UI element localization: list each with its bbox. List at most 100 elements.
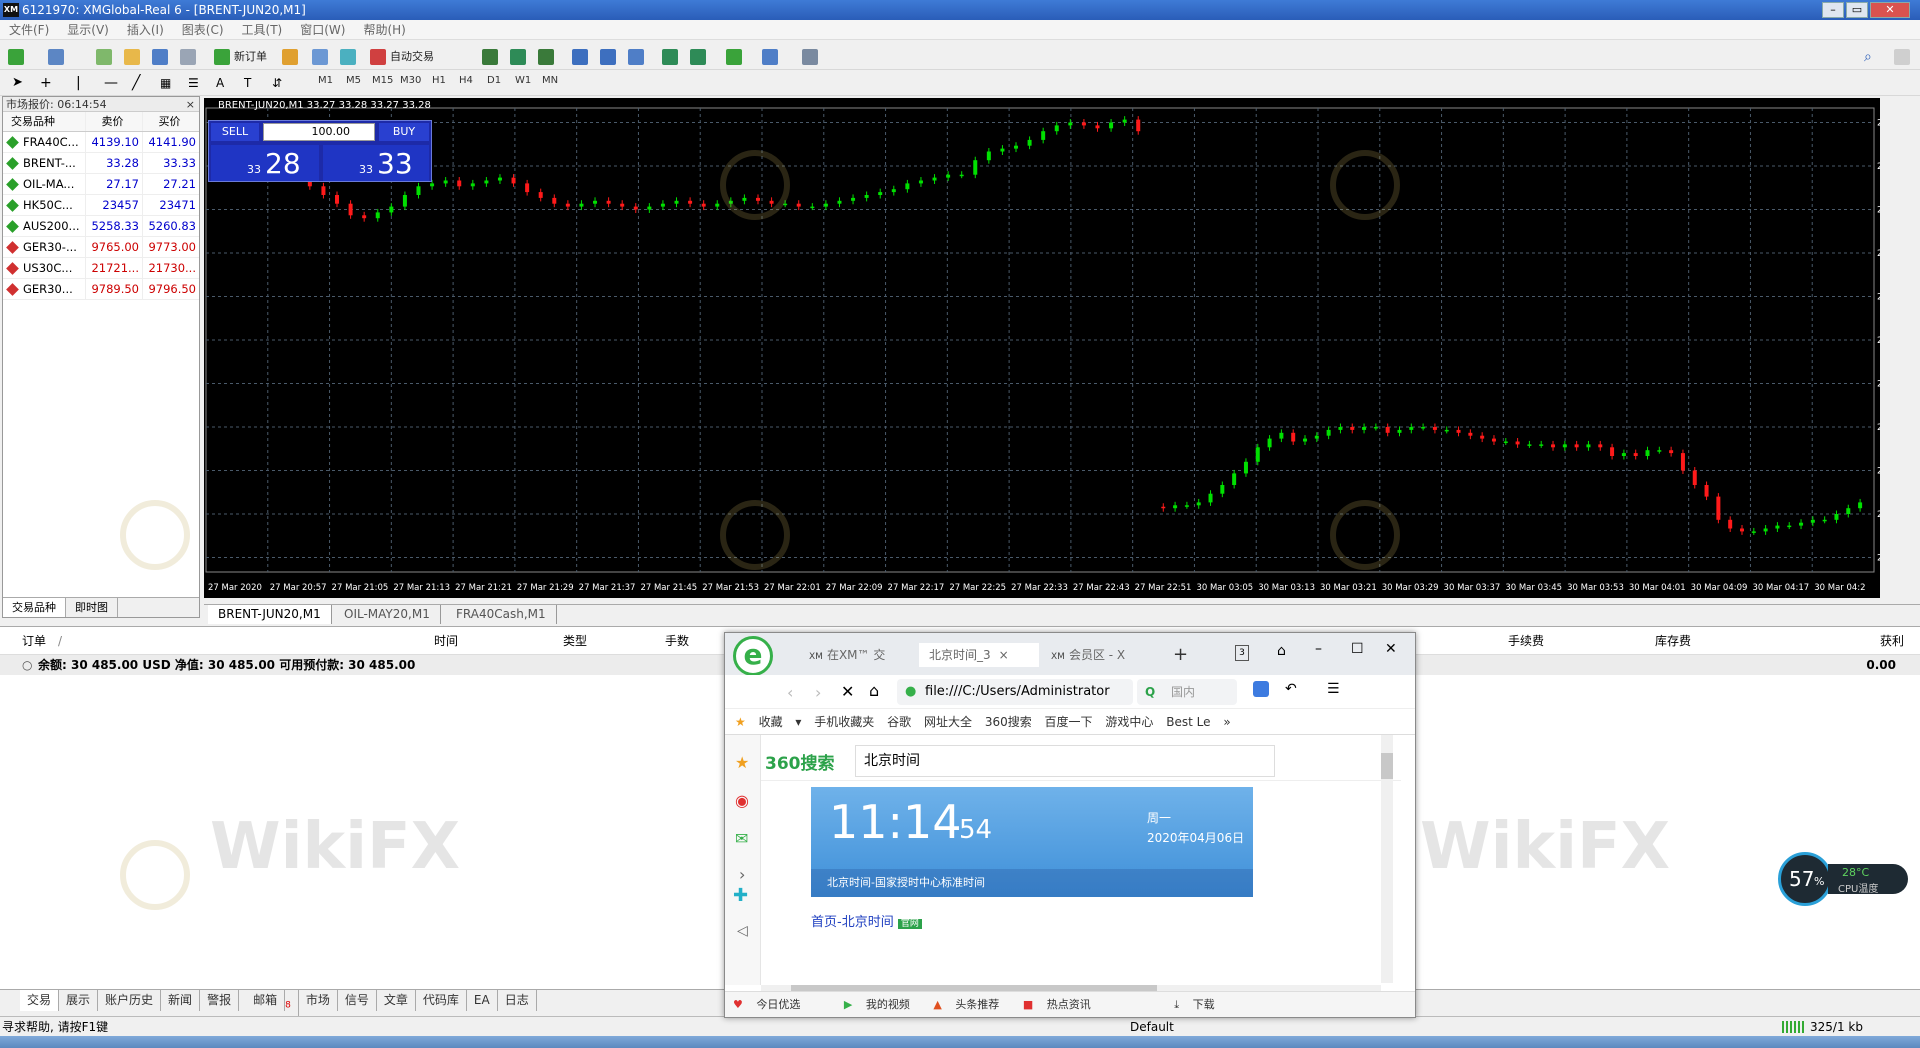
col-swap[interactable]: 库存费	[1655, 627, 1691, 655]
timeframe-mn[interactable]: MN	[542, 75, 558, 86]
shirt-icon[interactable]: ⌂	[1277, 643, 1286, 659]
search-icon[interactable]: ⌕	[1864, 49, 1880, 65]
page-scrollbar[interactable]	[1381, 735, 1393, 983]
back-icon[interactable]: ‹	[787, 683, 793, 702]
bookmark-games[interactable]: 游戏中心	[1105, 709, 1153, 734]
tab-close-icon[interactable]: ×	[999, 648, 1009, 662]
tab-experts[interactable]: EA	[467, 990, 498, 1011]
headline[interactable]: ▲ 头条推荐	[933, 992, 1009, 1017]
restore-button[interactable]: ▭	[1846, 2, 1868, 18]
chart-shift-icon[interactable]	[690, 49, 706, 65]
crosshair-icon[interactable]: +	[40, 75, 56, 91]
close-icon[interactable]: ✕	[1385, 641, 1397, 657]
timeframe-d1[interactable]: D1	[487, 75, 501, 86]
tab-trade[interactable]: 交易	[20, 990, 60, 1011]
cpu-widget[interactable]: 57 % 28°C CPU温度	[1778, 852, 1916, 906]
bookmark-google[interactable]: 谷歌	[887, 709, 911, 734]
my-videos[interactable]: ▶ 我的视频	[844, 992, 920, 1017]
text-icon[interactable]: A	[216, 75, 232, 91]
browser-search-box[interactable]: Q 国内	[1137, 679, 1237, 705]
browser-tab-member[interactable]: XM 会员区 - X	[1051, 643, 1147, 667]
tab-alerts[interactable]: 警报	[200, 990, 240, 1011]
bookmarks-more[interactable]: »	[1223, 709, 1230, 734]
col-profit[interactable]: 获利	[1880, 627, 1904, 655]
tab-codebase[interactable]: 代码库	[416, 990, 467, 1011]
buy-button[interactable]: BUY	[379, 123, 429, 141]
auto-trade-button[interactable]: 自动交易	[390, 48, 434, 66]
bookmark-mobile[interactable]: 手机收藏夹	[814, 709, 874, 734]
scrollbar-thumb[interactable]	[1381, 753, 1393, 779]
menu-file[interactable]: 文件(F)	[0, 20, 58, 40]
tab-articles[interactable]: 文章	[377, 990, 416, 1011]
periods-icon[interactable]	[762, 49, 778, 65]
menu-view[interactable]: 显示(V)	[58, 20, 118, 40]
bookmark-favorites[interactable]: ★ 收藏 ▾	[735, 709, 801, 734]
browser-tab-xm[interactable]: XM 在XM™ 交	[809, 643, 915, 667]
mail-icon[interactable]: ✉	[735, 829, 748, 848]
close-icon[interactable]: ×	[186, 97, 195, 112]
bookmark-best[interactable]: Best Le	[1166, 709, 1210, 734]
sell-price[interactable]: 33 28	[211, 145, 319, 181]
lot-size-input[interactable]: 100.00	[263, 123, 375, 141]
timeframe-m1[interactable]: M1	[318, 75, 333, 86]
trendline-icon[interactable]: ╱	[132, 75, 148, 91]
collapse-icon[interactable]: ◁	[737, 923, 748, 939]
timeframe-m5[interactable]: M5	[346, 75, 361, 86]
tab-symbols[interactable]: 交易品种	[3, 598, 66, 617]
fibonacci-icon[interactable]: ☰	[188, 75, 204, 91]
signals-icon[interactable]	[340, 49, 356, 65]
bookmark-baidu[interactable]: 百度一下	[1045, 709, 1093, 734]
menu-tools[interactable]: 工具(T)	[233, 20, 292, 40]
channel-icon[interactable]: ▦	[160, 75, 176, 91]
search-query-input[interactable]: 北京时间	[855, 745, 1275, 777]
timeframe-h4[interactable]: H4	[459, 75, 473, 86]
col-commission[interactable]: 手续费	[1508, 627, 1544, 655]
expand-icon[interactable]: ›	[739, 865, 745, 884]
menu-icon[interactable]: ☰	[1327, 681, 1340, 697]
weibo-icon[interactable]: ◉	[735, 791, 749, 810]
col-order[interactable]: 订单	[22, 627, 46, 655]
col-time[interactable]: 时间	[434, 627, 458, 655]
downloads[interactable]: ⤓ 下载	[1174, 992, 1224, 1017]
tab-market[interactable]: 市场	[299, 990, 338, 1011]
symbol-header[interactable]: 交易品种	[3, 112, 85, 131]
autoscroll-icon[interactable]	[662, 49, 678, 65]
maximize-icon[interactable]: ☐	[1351, 641, 1364, 657]
market-watch-row[interactable]: FRA40C... 4139.10 4141.90	[3, 132, 199, 153]
price-chart[interactable]: 28.15 28.00 27.85 27.70 27.55 27.40 27.25 27.10…	[204, 98, 1903, 598]
metaeditor-icon[interactable]	[282, 49, 298, 65]
market-watch-row[interactable]: AUS200... 5258.33 5260.83	[3, 216, 199, 237]
new-order-button[interactable]: 新订单	[234, 48, 267, 66]
ask-header[interactable]: 买价	[142, 112, 199, 131]
col-volume[interactable]: 手数	[665, 627, 689, 655]
horizontal-line-icon[interactable]: —	[104, 75, 120, 91]
timeframe-w1[interactable]: W1	[515, 75, 531, 86]
address-bar[interactable]: ● file:///C:/Users/Administrator	[897, 679, 1133, 705]
market-watch-row[interactable]: BRENT-... 33.28 33.33	[3, 153, 199, 174]
auto-trade-icon[interactable]	[370, 49, 386, 65]
browser-tab-beijing-time[interactable]: 北京时间_3 ×	[919, 643, 1039, 667]
status-profile[interactable]: Default	[1130, 1017, 1174, 1037]
tester-icon[interactable]	[312, 49, 328, 65]
indicators-icon[interactable]	[726, 49, 742, 65]
cursor-icon[interactable]: ➤	[12, 75, 28, 91]
market-watch-row[interactable]: HK50C... 23457 23471	[3, 195, 199, 216]
chart-tab-oil[interactable]: OIL-MAY20,M1	[334, 605, 441, 624]
forward-icon[interactable]: ›	[815, 683, 821, 702]
today-picks[interactable]: ♥ 今日优选	[733, 992, 810, 1017]
menu-charts[interactable]: 图表(C)	[173, 20, 233, 40]
data-window-icon[interactable]	[124, 49, 140, 65]
tab-journal[interactable]: 日志	[498, 990, 537, 1011]
browser-logo-icon[interactable]: e	[733, 636, 773, 676]
profiles-icon[interactable]	[48, 49, 64, 65]
timeframe-m15[interactable]: M15	[372, 75, 393, 86]
zoom-out-icon[interactable]	[600, 49, 616, 65]
close-button[interactable]: ✕	[1870, 2, 1910, 18]
tab-signals[interactable]: 信号	[338, 990, 377, 1011]
tile-windows-icon[interactable]	[628, 49, 644, 65]
zoom-in-icon[interactable]	[572, 49, 588, 65]
chart-canvas[interactable]: 28.15 28.00 27.85 27.70 27.55 27.40 27.25 27.10…	[204, 98, 1903, 598]
label-icon[interactable]: T	[244, 75, 260, 91]
community-icon[interactable]	[1894, 49, 1910, 65]
tab-mailbox[interactable]: 邮箱 8	[239, 990, 299, 1017]
